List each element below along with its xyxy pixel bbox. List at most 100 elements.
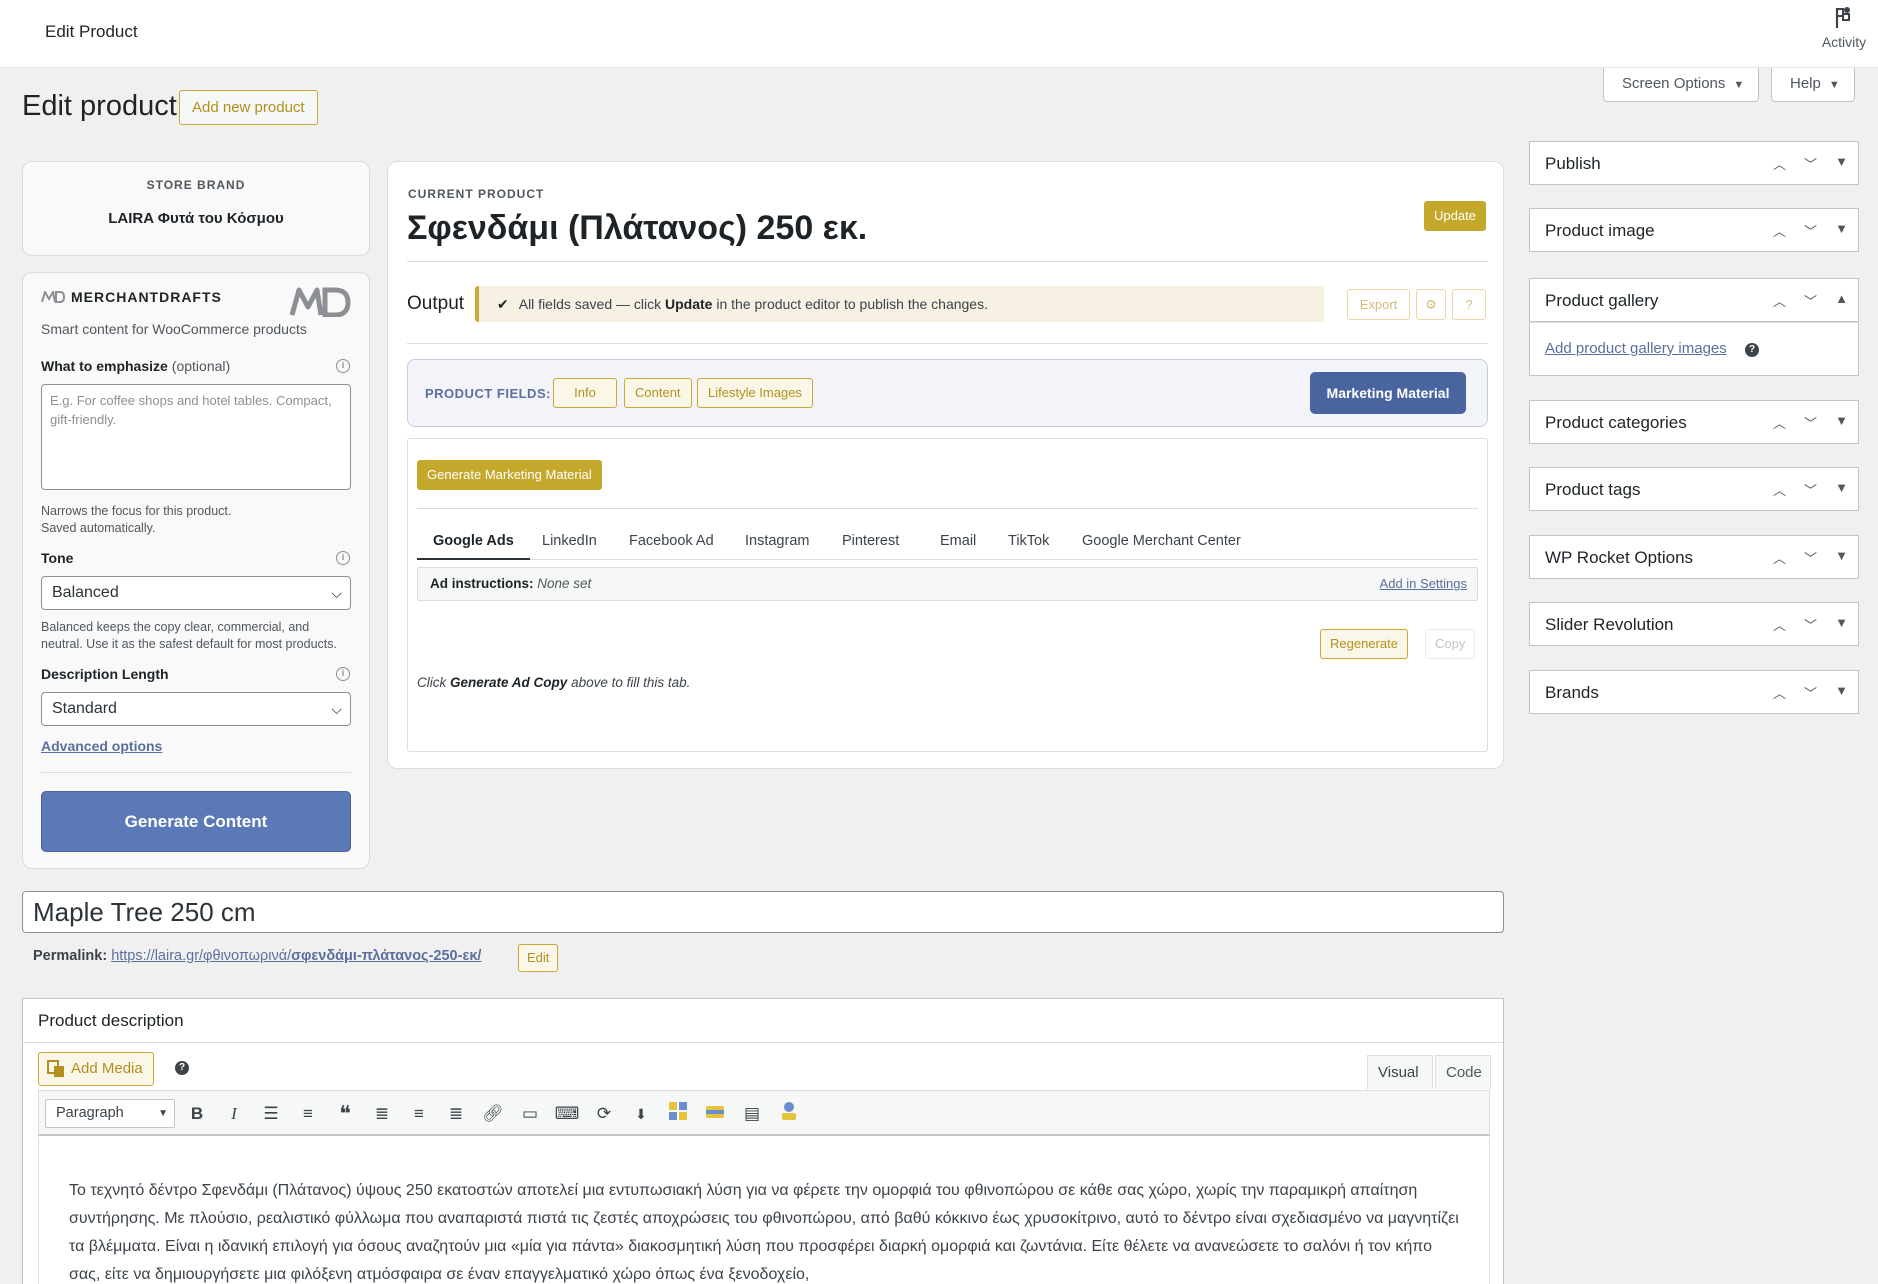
tab-code[interactable]: Code <box>1435 1055 1491 1089</box>
ad-instructions-value: None set <box>537 576 592 591</box>
chevron-up-icon[interactable]: ︿ <box>1771 548 1788 567</box>
tab-email[interactable]: Email <box>940 528 976 560</box>
permalink-edit-button[interactable]: Edit <box>518 944 559 972</box>
editor-content[interactable]: Το τεχνητό δέντρο Σφενδάμι (Πλάτανος) ύψ… <box>38 1137 1490 1284</box>
copy-button[interactable]: Copy <box>1425 629 1476 659</box>
info-icon[interactable]: i <box>336 667 350 681</box>
postbox-title: Brands <box>1545 683 1599 702</box>
chevron-down-icon[interactable]: ﹀ <box>1802 154 1819 173</box>
chevron-down-icon[interactable]: ﹀ <box>1802 480 1819 499</box>
blockquote-icon[interactable]: ❝ <box>332 1101 358 1127</box>
button-shortcode-icon[interactable] <box>702 1101 728 1127</box>
help-button[interactable]: Help ▼ <box>1771 68 1855 102</box>
post-title-input[interactable]: Maple Tree 250 cm <box>22 891 1504 933</box>
numbered-list-icon[interactable]: ≡ <box>295 1101 321 1127</box>
chevron-up-icon[interactable]: ︿ <box>1771 413 1788 432</box>
divider <box>417 508 1478 509</box>
product-field-lifestyle-images-button[interactable]: Lifestyle Images <box>697 378 813 408</box>
product-field-info-button[interactable]: Info <box>553 378 617 408</box>
tab-linkedin[interactable]: LinkedIn <box>542 528 597 560</box>
format-select[interactable]: Paragraph ▼ <box>45 1099 175 1128</box>
add-media-button[interactable]: Add Media <box>38 1052 154 1086</box>
tab-facebook-ad[interactable]: Facebook Ad <box>629 528 714 560</box>
tab-visual[interactable]: Visual <box>1367 1055 1433 1089</box>
bullet-list-icon[interactable]: ☰ <box>258 1101 284 1127</box>
description-length-select[interactable]: Standard ⌵ <box>41 692 351 726</box>
update-button[interactable]: Update <box>1424 201 1486 231</box>
table-icon[interactable]: ▤ <box>739 1101 765 1127</box>
user-icon[interactable] <box>776 1101 802 1127</box>
postbox-product-categories[interactable]: Product categories ︿ ﹀ ▼ <box>1529 400 1859 444</box>
shortcode-icon[interactable] <box>665 1101 691 1127</box>
tab-google-ads[interactable]: Google Ads <box>417 528 530 560</box>
postbox-slider-revolution[interactable]: Slider Revolution ︿ ﹀ ▼ <box>1529 602 1859 646</box>
keyboard-icon[interactable]: ⌨ <box>554 1101 580 1127</box>
align-center-icon[interactable]: ≡ <box>406 1101 432 1127</box>
toggle-arrow-icon[interactable]: ▼ <box>1833 413 1850 432</box>
toggle-arrow-icon[interactable]: ▼ <box>1833 548 1850 567</box>
postbox-brands[interactable]: Brands ︿ ﹀ ▼ <box>1529 670 1859 714</box>
tab-instagram[interactable]: Instagram <box>745 528 809 560</box>
permalink-url[interactable]: https://laira.gr/φθινοπωρινά/σφενδάμι-πλ… <box>111 948 481 964</box>
add-in-settings-link[interactable]: Add in Settings <box>1380 568 1467 600</box>
read-more-icon[interactable]: ▭ <box>517 1101 543 1127</box>
chevron-up-icon[interactable]: ︿ <box>1771 615 1788 634</box>
chevron-up-icon[interactable]: ︿ <box>1771 154 1788 173</box>
postbox-product-image[interactable]: Product image ︿ ﹀ ▼ <box>1529 208 1859 252</box>
help-icon[interactable]: ? <box>1745 343 1759 357</box>
tone-select[interactable]: Balanced ⌵ <box>41 576 351 610</box>
output-label: Output <box>407 293 465 314</box>
chevron-down-icon[interactable]: ﹀ <box>1802 548 1819 567</box>
export-button[interactable]: Export <box>1347 289 1410 320</box>
toggle-arrow-icon[interactable]: ▼ <box>1833 221 1850 240</box>
advanced-options-link[interactable]: Advanced options <box>41 738 162 754</box>
chevron-down-icon[interactable]: ﹀ <box>1802 683 1819 702</box>
postbox-wp-rocket-options[interactable]: WP Rocket Options ︿ ﹀ ▼ <box>1529 535 1859 579</box>
link-icon[interactable]: 🔗︎ <box>480 1101 506 1127</box>
refresh-icon[interactable]: ⟳ <box>591 1101 617 1127</box>
chevron-down-icon[interactable]: ﹀ <box>1802 413 1819 432</box>
align-right-icon[interactable]: ≣ <box>443 1101 469 1127</box>
generate-content-button[interactable]: Generate Content <box>41 791 351 852</box>
generate-marketing-material-button[interactable]: Generate Marketing Material <box>417 460 602 490</box>
toggle-arrow-up-icon[interactable]: ▲ <box>1833 291 1850 310</box>
current-product-panel: CURRENT PRODUCT Σφενδάμι (Πλάτανος) 250 … <box>387 161 1504 769</box>
tab-tiktok[interactable]: TikTok <box>1008 528 1049 560</box>
toggle-arrow-icon[interactable]: ▼ <box>1833 154 1850 173</box>
info-icon[interactable]: i <box>336 359 350 373</box>
chevron-down-icon[interactable]: ﹀ <box>1802 221 1819 240</box>
add-new-product-button[interactable]: Add new product <box>179 90 318 125</box>
chevron-down-icon: ⌵ <box>331 585 342 601</box>
italic-icon[interactable]: I <box>221 1101 247 1127</box>
tab-pinterest[interactable]: Pinterest <box>842 528 899 560</box>
align-left-icon[interactable]: ≣ <box>369 1101 395 1127</box>
screen-options-label: Screen Options <box>1622 75 1726 92</box>
chevron-down-icon[interactable]: ﹀ <box>1802 291 1819 310</box>
chevron-up-icon[interactable]: ︿ <box>1771 480 1788 499</box>
postbox-publish[interactable]: Publish ︿ ﹀ ▼ <box>1529 141 1859 185</box>
postbox-product-tags[interactable]: Product tags ︿ ﹀ ▼ <box>1529 467 1859 511</box>
bold-icon[interactable]: B <box>184 1101 210 1127</box>
chevron-up-icon[interactable]: ︿ <box>1771 221 1788 240</box>
activity-button[interactable]: Activity <box>1818 6 1870 50</box>
postbox-product-gallery[interactable]: Product gallery ︿ ﹀ ▲ <box>1529 278 1859 322</box>
merchantdrafts-panel: MERCHANTDRAFTS Smart content for WooComm… <box>22 272 370 869</box>
chevron-up-icon[interactable]: ︿ <box>1771 291 1788 310</box>
help-icon[interactable]: ? <box>1452 289 1486 320</box>
help-icon[interactable]: ? <box>175 1061 189 1075</box>
screen-options-button[interactable]: Screen Options ▼ <box>1603 68 1760 102</box>
emphasize-textarea[interactable]: E.g. For coffee shops and hotel tables. … <box>41 384 351 490</box>
toggle-arrow-icon[interactable]: ▼ <box>1833 480 1850 499</box>
regenerate-button[interactable]: Regenerate <box>1320 629 1408 659</box>
chevron-up-icon[interactable]: ︿ <box>1771 683 1788 702</box>
toggle-arrow-icon[interactable]: ▼ <box>1833 683 1850 702</box>
download-icon[interactable]: ⬇ <box>628 1101 654 1127</box>
marketing-material-button[interactable]: Marketing Material <box>1310 372 1466 414</box>
gear-icon[interactable]: ⚙ <box>1416 289 1446 320</box>
tab-google-merchant-center[interactable]: Google Merchant Center <box>1082 528 1241 560</box>
chevron-down-icon[interactable]: ﹀ <box>1802 615 1819 634</box>
product-field-content-button[interactable]: Content <box>624 378 692 408</box>
toggle-arrow-icon[interactable]: ▼ <box>1833 615 1850 634</box>
add-gallery-images-link[interactable]: Add product gallery images <box>1545 340 1727 357</box>
info-icon[interactable]: i <box>336 551 350 565</box>
